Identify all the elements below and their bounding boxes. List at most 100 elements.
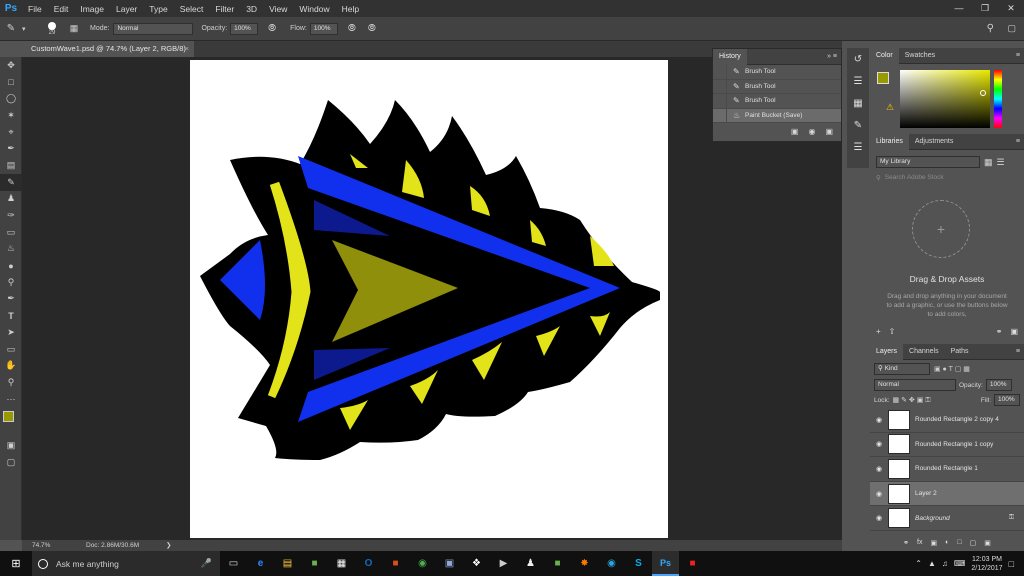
app-icon-blue[interactable]: ▣	[436, 551, 463, 576]
quick-mask-icon[interactable]: ▣	[0, 437, 22, 454]
search-icon[interactable]: ⚲	[987, 23, 994, 34]
history-panel-icon[interactable]: ↺	[847, 48, 869, 70]
status-menu-icon[interactable]: ❯	[166, 540, 171, 551]
cortana-search[interactable]: Ask me anything 🎤	[32, 551, 220, 576]
eye-icon[interactable]: ◉	[870, 416, 888, 424]
screen-mode-icon[interactable]: ▢	[0, 454, 22, 471]
pressure-opacity-icon[interactable]: ⦾	[268, 23, 276, 34]
layer-row[interactable]: ◉ Rounded Rectangle 1 copy	[870, 433, 1024, 458]
adjust-icon[interactable]: ☰	[847, 136, 869, 158]
workspace-icon[interactable]: ▢	[1007, 23, 1016, 34]
healing-tool-icon[interactable]: ▤	[0, 157, 22, 174]
tab-paths[interactable]: Paths	[945, 344, 975, 360]
foreground-color-swatch[interactable]	[877, 72, 889, 84]
brush-icon[interactable]: ✎	[0, 23, 22, 34]
trash-icon[interactable]: ▣	[825, 127, 833, 136]
hue-slider[interactable]	[994, 70, 1002, 128]
document-canvas[interactable]	[190, 60, 668, 538]
app-icon-orange[interactable]: ■	[382, 551, 409, 576]
menu-3d[interactable]: 3D	[240, 4, 263, 14]
shape-tool-icon[interactable]: ▭	[0, 341, 22, 358]
windows-start-icon[interactable]: ⊞	[0, 551, 32, 576]
tab-adjustments[interactable]: Adjustments	[909, 134, 960, 150]
link-icon[interactable]: ⚭	[903, 539, 909, 551]
crop-tool-icon[interactable]: ⌖	[0, 124, 22, 141]
lock-icons[interactable]: ▦ ✎ ✥ ▣ ⚿	[893, 396, 931, 405]
outlook-icon[interactable]: O	[355, 551, 382, 576]
menu-filter[interactable]: Filter	[209, 4, 240, 14]
eye-icon[interactable]: ◉	[870, 514, 888, 522]
layer-filter-select[interactable]: ⚲ Kind	[874, 363, 930, 375]
tab-history[interactable]: History	[713, 48, 747, 65]
keyboard-icon[interactable]: ⌨	[954, 559, 966, 568]
add-asset-icon[interactable]: +	[912, 200, 970, 258]
grid-view-icon[interactable]: ▦	[984, 157, 993, 168]
eyedropper-tool-icon[interactable]: ✒	[0, 140, 22, 157]
skype-icon[interactable]: S	[625, 551, 652, 576]
menu-window[interactable]: Window	[293, 4, 335, 14]
microphone-icon[interactable]: 🎤	[201, 558, 212, 569]
stamp-tool-icon[interactable]: ♟	[0, 191, 22, 208]
minecraft-icon[interactable]: ■	[301, 551, 328, 576]
properties-icon[interactable]: ☰	[847, 70, 869, 92]
edge-icon[interactable]: e	[247, 551, 274, 576]
tab-swatches[interactable]: Swatches	[899, 48, 941, 64]
filter-icons[interactable]: ▣ ● T ▢ ▦	[934, 365, 970, 373]
adjustment-icon[interactable]: ◐	[945, 539, 949, 551]
menu-view[interactable]: View	[263, 4, 293, 14]
trash-icon[interactable]: ▣	[984, 539, 991, 551]
menu-type[interactable]: Type	[143, 4, 173, 14]
mask-icon[interactable]: ▣	[930, 539, 937, 551]
type-tool-icon[interactable]: T	[0, 307, 22, 324]
task-view-icon[interactable]: ▭	[220, 551, 247, 576]
restore-icon[interactable]: ❐	[972, 0, 998, 17]
action-center-icon[interactable]: □	[1009, 559, 1014, 569]
unity-icon[interactable]: ❖	[463, 551, 490, 576]
network-icon[interactable]: ▲	[928, 559, 936, 568]
fill-field[interactable]: 100%	[994, 394, 1020, 406]
path-select-icon[interactable]: ➤	[0, 324, 22, 341]
marquee-tool-icon[interactable]: □	[0, 74, 22, 91]
fx-icon[interactable]: fx	[917, 539, 922, 551]
app-icon-red[interactable]: ■	[679, 551, 706, 576]
pen-tool-icon[interactable]: ✒	[0, 291, 22, 308]
opacity-field[interactable]: 100%	[230, 22, 259, 35]
photoshop-taskbar-icon[interactable]: Ps	[652, 551, 679, 576]
tab-libraries[interactable]: Libraries	[870, 133, 909, 150]
media-icon[interactable]: ▶	[490, 551, 517, 576]
layer-row[interactable]: ◉ Rounded Rectangle 2 copy 4	[870, 408, 1024, 433]
menu-image[interactable]: Image	[74, 4, 110, 14]
brush-tool-icon[interactable]: ✎	[0, 173, 22, 191]
app-icon-star[interactable]: ✸	[571, 551, 598, 576]
folder-icon[interactable]: □	[957, 539, 961, 551]
minimize-icon[interactable]: —	[946, 0, 972, 17]
new-layer-icon[interactable]: ▢	[970, 539, 977, 551]
foreground-color-swatch[interactable]	[3, 411, 14, 423]
blur-tool-icon[interactable]: ●	[0, 257, 22, 274]
menu-help[interactable]: Help	[336, 4, 365, 14]
upload-icon[interactable]: ⇧	[889, 327, 896, 336]
zoom-tool-icon[interactable]: ⚲	[0, 374, 22, 391]
dodge-tool-icon[interactable]: ⚲	[0, 274, 22, 291]
store-icon[interactable]: ▦	[328, 551, 355, 576]
panel-menu-icon[interactable]: ≡	[1016, 52, 1024, 59]
menu-file[interactable]: File	[22, 4, 48, 14]
eye-icon[interactable]: ◉	[870, 490, 888, 498]
brush-preset-picker[interactable]: 29	[40, 21, 64, 36]
flow-field[interactable]: 100%	[309, 22, 338, 35]
layer-opacity-field[interactable]: 100%	[985, 379, 1012, 391]
layer-row[interactable]: ◉ Layer 2	[870, 481, 1024, 507]
history-item[interactable]: ✎ Brush Tool	[713, 64, 841, 80]
close-icon[interactable]: ✕	[998, 0, 1024, 17]
eraser-tool-icon[interactable]: ▭	[0, 224, 22, 241]
layer-row[interactable]: ◉ Background ⚿	[870, 506, 1024, 531]
swatches-icon[interactable]: ▦	[847, 92, 869, 114]
tray-chevron-icon[interactable]: ⌃	[915, 559, 922, 568]
trash-icon[interactable]: ▣	[1010, 327, 1018, 336]
color-picker-field[interactable]	[900, 70, 990, 128]
mode-select[interactable]: Normal	[113, 22, 194, 35]
list-view-icon[interactable]: ☰	[997, 157, 1005, 168]
tab-layers[interactable]: Layers	[870, 343, 904, 360]
app-icon-fox[interactable]: ◉	[598, 551, 625, 576]
file-explorer-icon[interactable]: ▤	[274, 551, 301, 576]
